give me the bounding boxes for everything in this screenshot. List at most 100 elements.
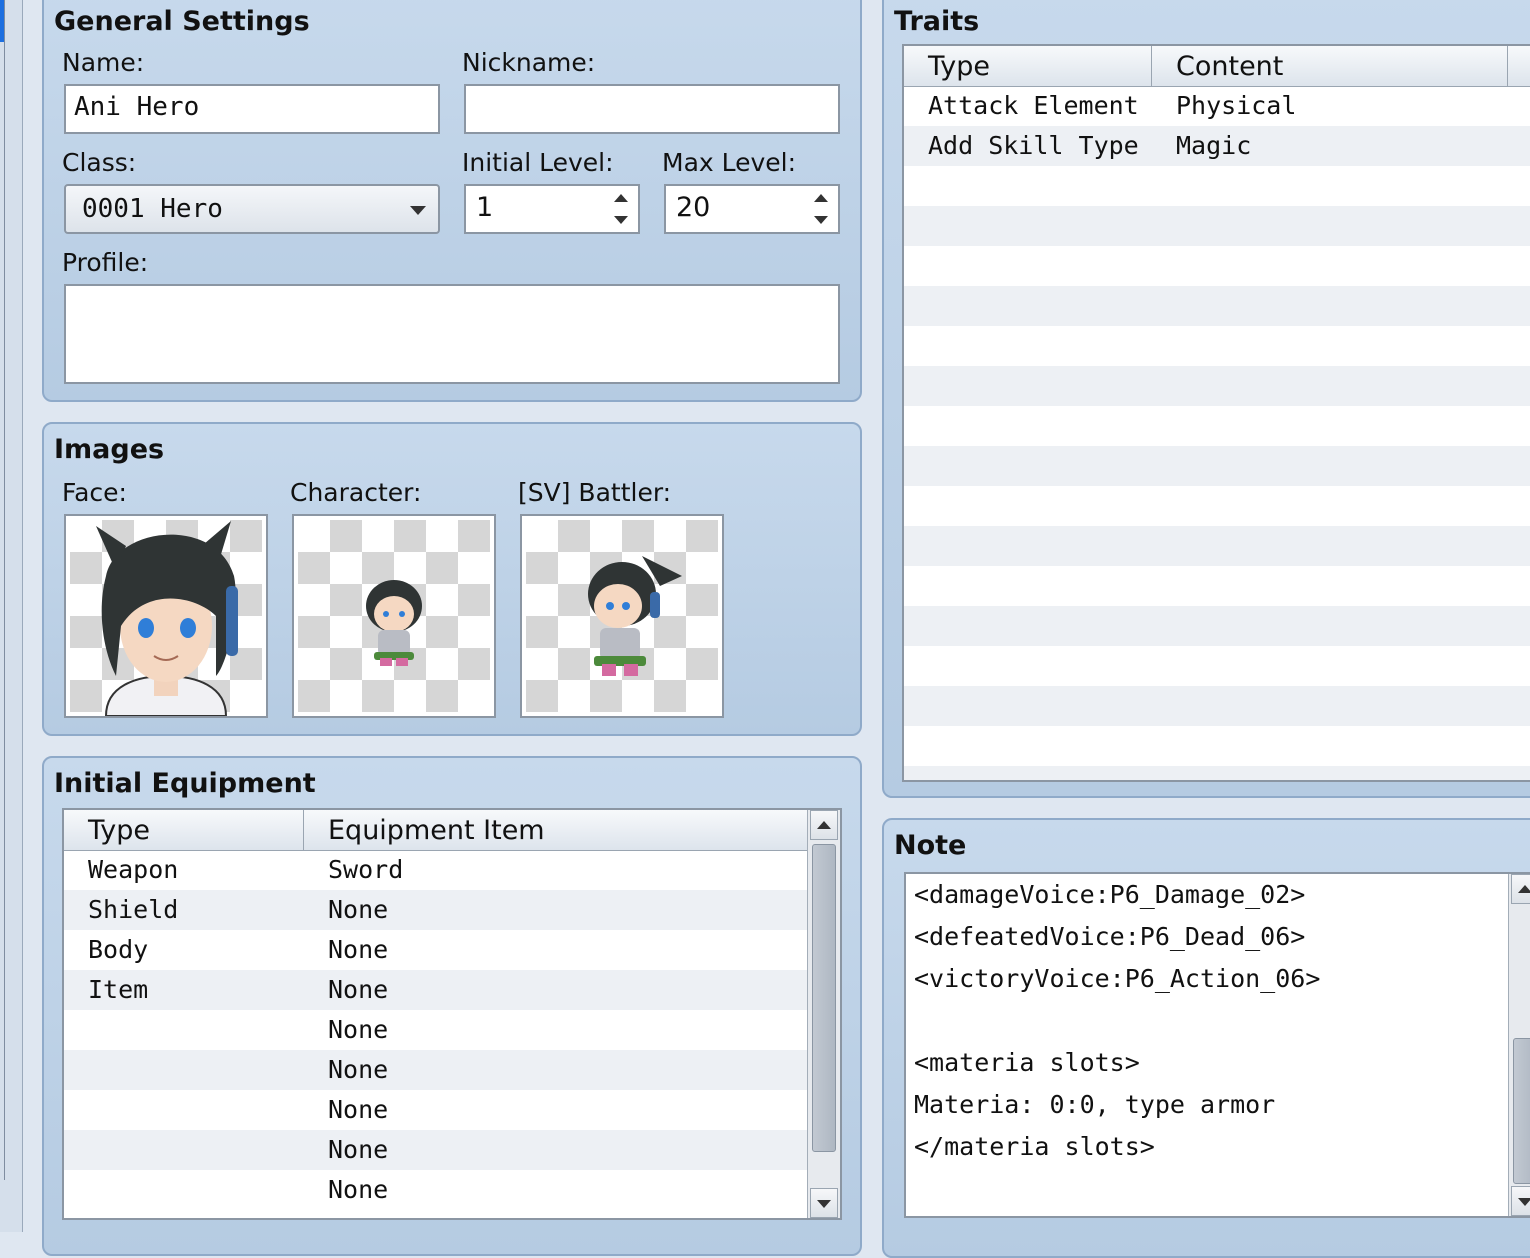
battler-image-box[interactable] — [520, 514, 724, 718]
table-row[interactable] — [904, 766, 1530, 780]
table-row[interactable]: None — [64, 1050, 808, 1090]
arrow-up-icon — [817, 821, 831, 829]
column-header-type[interactable]: Type — [904, 46, 1152, 86]
max-level-value: 20 — [676, 192, 711, 223]
nickname-input[interactable] — [464, 84, 840, 134]
chevron-down-icon — [410, 206, 426, 215]
table-row[interactable] — [904, 326, 1530, 366]
arrow-down-icon — [817, 1200, 831, 1208]
column-header-content[interactable]: Content — [1152, 46, 1508, 86]
table-row[interactable]: None — [64, 1010, 808, 1050]
table-row[interactable]: Attack Element Physical — [904, 86, 1530, 126]
traits-table: Type Content Attack Element Physical Add S… — [902, 44, 1530, 782]
table-row[interactable]: None — [64, 1170, 808, 1210]
table-row[interactable] — [904, 686, 1530, 726]
table-row[interactable] — [904, 606, 1530, 646]
equipment-item-cell: None — [328, 1135, 389, 1164]
divider — [4, 0, 5, 1180]
table-row[interactable]: Body None — [64, 930, 808, 970]
spin-down-icon[interactable] — [614, 216, 628, 224]
equipment-type-cell: Body — [88, 935, 149, 964]
battler-label: [SV] Battler: — [518, 478, 672, 507]
class-select[interactable]: 0001 Hero — [64, 184, 440, 234]
equipment-item-cell: None — [328, 1095, 389, 1124]
nickname-label: Nickname: — [462, 48, 596, 77]
initial-level-value: 1 — [476, 192, 494, 223]
images-title: Images — [54, 434, 165, 465]
spin-up-icon[interactable] — [614, 194, 628, 202]
table-row[interactable] — [904, 646, 1530, 686]
scroll-up-button[interactable] — [810, 810, 838, 840]
profile-label: Profile: — [62, 248, 149, 277]
traits-table-header: Type Content — [904, 46, 1530, 87]
traits-title: Traits — [894, 6, 980, 37]
scroll-down-button[interactable] — [1511, 1186, 1530, 1216]
max-level-spinbox[interactable]: 20 — [664, 184, 840, 234]
table-row[interactable]: Add Skill Type Magic — [904, 126, 1530, 166]
table-row[interactable]: Shield None — [64, 890, 808, 930]
table-row[interactable]: None — [64, 1130, 808, 1170]
equipment-type-cell: Weapon — [88, 855, 179, 884]
equipment-type-cell: Item — [88, 975, 149, 1004]
profile-textarea[interactable] — [64, 284, 840, 384]
equipment-item-cell: None — [328, 1175, 389, 1204]
scroll-down-button[interactable] — [810, 1188, 838, 1218]
face-portrait — [96, 521, 238, 716]
table-row[interactable] — [904, 726, 1530, 766]
table-row[interactable] — [904, 206, 1530, 246]
face-label: Face: — [62, 478, 127, 507]
note-line: <materia slots> — [914, 1048, 1140, 1077]
table-row[interactable] — [904, 286, 1530, 326]
equipment-item-cell: Sword — [328, 855, 404, 884]
class-select-value: 0001 Hero — [82, 194, 223, 224]
column-header-equipment-item[interactable]: Equipment Item — [304, 810, 810, 850]
equipment-table-header: Type Equipment Item — [64, 810, 810, 851]
character-image-box[interactable] — [292, 514, 496, 718]
table-row[interactable]: Item None — [64, 970, 808, 1010]
note-title: Note — [894, 830, 967, 861]
equipment-table: Type Equipment Item Weapon Sword Shield Non… — [62, 808, 842, 1220]
face-image-box[interactable] — [64, 514, 268, 718]
table-row[interactable] — [904, 486, 1530, 526]
initial-level-label: Initial Level: — [462, 148, 614, 177]
equipment-item-cell: None — [328, 975, 389, 1004]
initial-level-spinbox[interactable]: 1 — [464, 184, 640, 234]
trait-type-cell: Add Skill Type — [928, 131, 1139, 160]
equipment-item-cell: None — [328, 1055, 389, 1084]
scroll-thumb[interactable] — [1513, 1038, 1530, 1184]
table-row[interactable] — [904, 166, 1530, 206]
table-row[interactable] — [904, 526, 1530, 566]
general-settings-title: General Settings — [54, 6, 310, 37]
name-input[interactable]: Ani Hero — [64, 84, 440, 134]
column-header-type[interactable]: Type — [64, 810, 304, 850]
class-label: Class: — [62, 148, 137, 177]
character-label: Character: — [290, 478, 422, 507]
arrow-down-icon — [1518, 1198, 1530, 1206]
table-row[interactable]: Weapon Sword — [64, 850, 808, 890]
note-scrollbar[interactable] — [1508, 874, 1530, 1216]
note-textarea[interactable]: <damageVoice:P6_Damage_02> <defeatedVoice… — [904, 872, 1530, 1218]
table-row[interactable] — [904, 366, 1530, 406]
table-row[interactable]: None — [64, 1090, 808, 1130]
max-level-label: Max Level: — [662, 148, 797, 177]
initial-equipment-title: Initial Equipment — [54, 768, 316, 799]
trait-content-cell: Magic — [1176, 131, 1252, 160]
spin-up-icon[interactable] — [814, 194, 828, 202]
equipment-scrollbar[interactable] — [807, 810, 840, 1218]
spin-down-icon[interactable] — [814, 216, 828, 224]
scroll-thumb[interactable] — [812, 844, 836, 1152]
table-row[interactable] — [904, 446, 1530, 486]
scroll-up-button[interactable] — [1511, 874, 1530, 904]
name-label: Name: — [62, 48, 145, 77]
table-row[interactable] — [904, 566, 1530, 606]
table-row[interactable] — [904, 406, 1530, 446]
note-line: </materia slots> — [914, 1132, 1155, 1161]
trait-type-cell: Attack Element — [928, 91, 1139, 120]
table-row[interactable] — [904, 246, 1530, 286]
note-line: <defeatedVoice:P6_Dead_06> — [914, 922, 1306, 951]
arrow-up-icon — [1518, 885, 1530, 893]
battler-sprite — [588, 556, 682, 676]
note-line: <damageVoice:P6_Damage_02> — [914, 880, 1306, 909]
equipment-item-cell: None — [328, 935, 389, 964]
equipment-item-cell: None — [328, 1015, 389, 1044]
